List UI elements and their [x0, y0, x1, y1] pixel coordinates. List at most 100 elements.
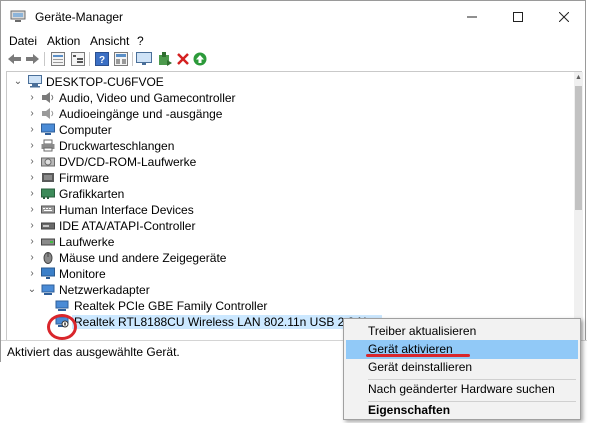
menu-datei[interactable]: Datei [9, 34, 37, 48]
svg-text:?: ? [99, 55, 105, 66]
resources-view-button[interactable] [113, 51, 129, 67]
back-button[interactable] [7, 51, 23, 67]
enable-device-button[interactable] [192, 51, 208, 67]
tree-category[interactable]: › DVD/CD-ROM-Laufwerke [27, 154, 547, 170]
tree-category[interactable]: › Firmware [27, 170, 547, 186]
window-title: Geräte-Manager [35, 10, 124, 24]
disk-drive-icon [41, 238, 55, 246]
keyboard-icon [41, 205, 55, 214]
menu-item-uninstall-device[interactable]: Gerät deinstallieren [346, 358, 578, 377]
tree-category-expanded[interactable]: ⌄ Netzwerkadapter [27, 282, 547, 298]
tree-category-label: Monitore [59, 267, 106, 281]
uninstall-icon [177, 53, 189, 65]
properties-view-button[interactable] [50, 51, 66, 67]
menu-ansicht[interactable]: Ansicht [90, 34, 129, 48]
computer-icon [28, 75, 42, 88]
menu-aktion[interactable]: Aktion [47, 34, 80, 48]
minimize-icon [467, 16, 477, 17]
status-text: Aktiviert das ausgewählte Gerät. [7, 345, 180, 359]
tree-category[interactable]: › Human Interface Devices [27, 202, 547, 218]
chevron-down-icon[interactable]: ⌄ [13, 74, 23, 90]
tree-view-button[interactable] [70, 51, 86, 67]
chevron-right-icon[interactable]: › [27, 106, 37, 122]
annotation-underline [366, 354, 470, 357]
close-button[interactable] [541, 1, 587, 32]
mouse-icon [43, 252, 53, 264]
tree-category-label: Audioeingänge und -ausgänge [59, 107, 223, 121]
device-tree[interactable]: ⌄ DESKTOP-CU6FVOE › Audio, Video und Gam… [6, 71, 583, 341]
tree-category[interactable]: › Mäuse und andere Zeigegeräte [27, 250, 547, 266]
chevron-right-icon[interactable]: › [27, 170, 37, 186]
chevron-right-icon[interactable]: › [27, 90, 37, 106]
chevron-right-icon[interactable]: › [27, 154, 37, 170]
properties-view-icon [51, 52, 65, 66]
tree-category[interactable]: › Druckwarteschlangen [27, 138, 547, 154]
tree-category-label: Human Interface Devices [59, 203, 194, 217]
minimize-button[interactable] [449, 1, 495, 32]
tree-category-label: Firmware [59, 171, 109, 185]
toolbar-separator [89, 52, 90, 66]
tree-category-label: IDE ATA/ATAPI-Controller [59, 219, 196, 233]
network-adapter-icon [55, 300, 69, 311]
toolbar: ? [1, 50, 585, 68]
chevron-right-icon[interactable]: › [27, 250, 37, 266]
tree-view-icon [71, 52, 85, 66]
enable-device-icon [193, 52, 207, 66]
tree-category-label: Audio, Video und Gamecontroller [59, 91, 236, 105]
tree-category[interactable]: › Grafikkarten [27, 186, 547, 202]
driver-update-icon [159, 52, 172, 66]
back-icon [8, 54, 21, 64]
printer-icon [41, 139, 55, 152]
speaker-icon [42, 108, 54, 119]
annotation-circle [47, 314, 77, 340]
chevron-right-icon[interactable]: › [27, 122, 37, 138]
speaker-icon [42, 92, 54, 103]
forward-button[interactable] [25, 51, 41, 67]
tree-root[interactable]: ⌄ DESKTOP-CU6FVOE [10, 74, 550, 90]
chevron-right-icon[interactable]: › [27, 234, 37, 250]
menu-item-properties[interactable]: Eigenschaften [346, 401, 578, 420]
tree-category[interactable]: › Laufwerke [27, 234, 547, 250]
firmware-icon [42, 173, 54, 182]
uninstall-button[interactable] [175, 51, 191, 67]
scroll-thumb[interactable] [575, 86, 582, 210]
chevron-right-icon[interactable]: › [27, 266, 37, 282]
display-adapter-icon [41, 188, 55, 199]
tree-category-label: Computer [59, 123, 112, 137]
resources-view-icon [114, 52, 128, 66]
tree-category[interactable]: › Audio, Video und Gamecontroller [27, 90, 547, 106]
forward-icon [26, 54, 39, 64]
maximize-icon [513, 11, 523, 22]
menu-help[interactable]: ? [137, 34, 144, 48]
menu-item-update-driver[interactable]: Treiber aktualisieren [346, 322, 578, 341]
monitor-scan-icon [136, 52, 152, 65]
context-menu: Treiber aktualisieren Gerät aktivieren G… [343, 318, 581, 420]
update-driver-button[interactable] [157, 51, 173, 67]
tree-category[interactable]: › Computer [27, 122, 547, 138]
computer-icon [41, 123, 55, 135]
vertical-scrollbar[interactable]: ▲ ▼ [574, 72, 583, 340]
menu-item-scan-hardware[interactable]: Nach geänderter Hardware suchen [346, 380, 578, 399]
title-bar[interactable]: Geräte-Manager [1, 1, 585, 32]
chevron-right-icon[interactable]: › [27, 202, 37, 218]
maximize-button[interactable] [495, 1, 541, 32]
tree-category-label: Mäuse und andere Zeigegeräte [59, 251, 227, 265]
menu-bar: Datei Aktion Ansicht ? [1, 32, 585, 50]
chevron-right-icon[interactable]: › [27, 218, 37, 234]
ide-controller-icon [41, 222, 55, 230]
scan-hardware-button[interactable] [136, 51, 152, 67]
help-button[interactable]: ? [94, 51, 110, 67]
tree-category[interactable]: › Audioeingänge und -ausgänge [27, 106, 547, 122]
chevron-down-icon[interactable]: ⌄ [27, 282, 37, 298]
network-device-label: Realtek PCIe GBE Family Controller [74, 299, 268, 313]
chevron-right-icon[interactable]: › [27, 138, 37, 154]
network-device-item[interactable]: Realtek PCIe GBE Family Controller [55, 298, 555, 314]
tree-category-label: Laufwerke [59, 235, 115, 249]
tree-category[interactable]: › IDE ATA/ATAPI-Controller [27, 218, 547, 234]
scroll-up-arrow-icon[interactable]: ▲ [574, 72, 583, 84]
chevron-right-icon[interactable]: › [27, 186, 37, 202]
network-device-item-selected[interactable]: Realtek RTL8188CU Wireless LAN 802.11n U… [55, 314, 390, 330]
tree-category[interactable]: › Monitore [27, 266, 547, 282]
monitor-icon [41, 267, 55, 279]
network-device-label: Realtek RTL8188CU Wireless LAN 802.11n U… [72, 315, 382, 329]
